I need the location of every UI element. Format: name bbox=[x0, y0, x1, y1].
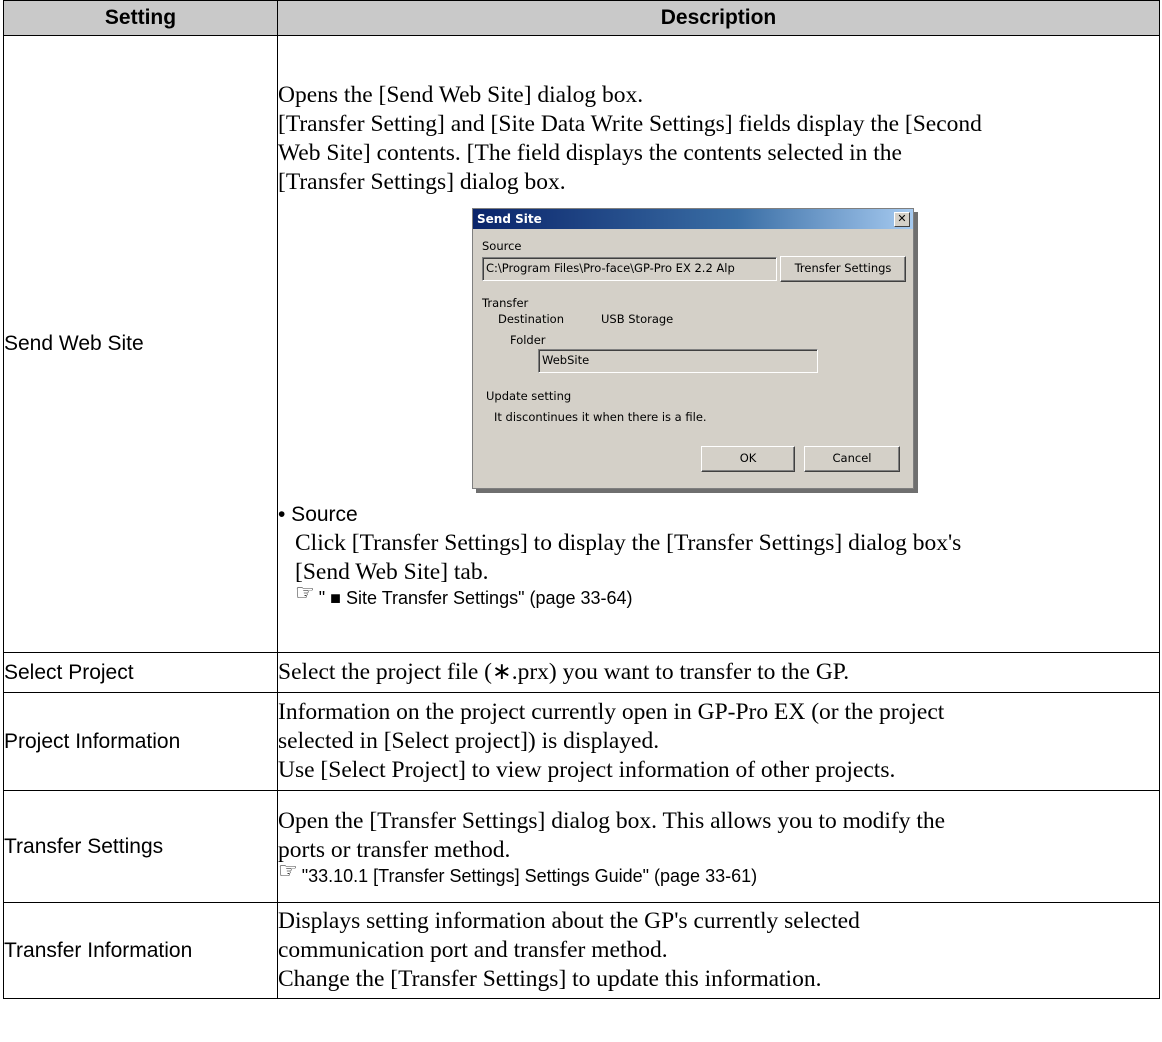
bullet-line: [Send Web Site] tab. bbox=[295, 559, 489, 585]
reference-link[interactable]: ☞ "33.10.1 [Transfer Settings] Settings … bbox=[278, 860, 1159, 887]
row-description-select-project: Select the project file (∗.prx) you want… bbox=[277, 652, 1160, 693]
table-row: Select Project Select the project file (… bbox=[3, 652, 1160, 693]
update-setting-label: Update setting bbox=[486, 389, 572, 403]
row-setting-project-information: Project Information bbox=[3, 692, 278, 791]
destination-label: Destination bbox=[498, 312, 564, 326]
reference-text: " ■ Site Transfer Settings" (page 33-64) bbox=[318, 588, 633, 608]
transfer-label: Transfer bbox=[482, 296, 529, 310]
row-setting-transfer-information: Transfer Information bbox=[3, 902, 278, 999]
row-setting-select-project: Select Project bbox=[3, 652, 278, 693]
desc-line: Open the [Transfer Settings] dialog box.… bbox=[278, 807, 946, 834]
desc-line: selected in [Select project]) is display… bbox=[278, 728, 660, 754]
desc-line: ports or transfer method. bbox=[278, 836, 511, 863]
source-path-field[interactable]: C:\Program Files\Pro-face\GP-Pro EX 2.2 … bbox=[482, 257, 777, 281]
desc-line: communication port and transfer method. bbox=[278, 937, 668, 963]
table-row: Send Web Site Opens the [Send Web Site] … bbox=[3, 35, 1160, 653]
desc-line: [Transfer Setting] and [Site Data Write … bbox=[278, 111, 982, 137]
table-row: Transfer Information Displays setting in… bbox=[3, 902, 1160, 999]
row-description-project-information: Information on the project currently ope… bbox=[277, 692, 1160, 791]
header-setting: Setting bbox=[3, 0, 278, 36]
table-row: Transfer Settings Open the [Transfer Set… bbox=[3, 790, 1160, 903]
table-header-row: Setting Description bbox=[3, 0, 1160, 36]
row-description-send-web-site: Opens the [Send Web Site] dialog box. [T… bbox=[277, 35, 1160, 653]
desc-line: Opens the [Send Web Site] dialog box. bbox=[278, 82, 644, 108]
desc-line: Select the project file (∗.prx) you want… bbox=[278, 659, 850, 685]
reference-text: "33.10.1 [Transfer Settings] Settings Gu… bbox=[301, 865, 758, 886]
table-row: Project Information Information on the p… bbox=[3, 692, 1160, 791]
transfer-settings-button[interactable]: Trensfer Settings bbox=[780, 256, 906, 282]
desc-line: Web Site] contents. [The field displays … bbox=[278, 140, 902, 166]
send-site-dialog: Send Site ✕ Source C:\Program Files\Pro-… bbox=[472, 208, 914, 489]
desc-line: Use [Select Project] to view project inf… bbox=[278, 757, 896, 783]
dialog-title: Send Site bbox=[473, 209, 913, 229]
ok-button[interactable]: OK bbox=[701, 446, 795, 472]
folder-label: Folder bbox=[510, 333, 546, 347]
bullet-source: • Source bbox=[278, 503, 358, 526]
row-setting-transfer-settings: Transfer Settings bbox=[3, 790, 278, 903]
settings-table: Setting Description Send Web Site Opens … bbox=[3, 0, 1160, 999]
row-setting-send-web-site: Send Web Site bbox=[3, 35, 278, 653]
row-description-transfer-settings: Open the [Transfer Settings] dialog box.… bbox=[277, 790, 1160, 903]
source-label: Source bbox=[482, 239, 522, 253]
desc-line: Change the [Transfer Settings] to update… bbox=[278, 966, 822, 992]
update-setting-value: It discontinues it when there is a file. bbox=[494, 410, 707, 424]
desc-line: Displays setting information about the G… bbox=[278, 908, 860, 934]
desc-line: Information on the project currently ope… bbox=[278, 699, 945, 725]
cancel-button[interactable]: Cancel bbox=[804, 446, 900, 472]
hand-pointer-icon: ☞ bbox=[278, 858, 298, 884]
header-description: Description bbox=[277, 0, 1160, 36]
folder-field[interactable]: WebSite bbox=[538, 349, 818, 373]
hand-pointer-icon: ☞ bbox=[295, 581, 315, 606]
row-description-transfer-information: Displays setting information about the G… bbox=[277, 902, 1160, 999]
desc-line: [Transfer Settings] dialog box. bbox=[278, 169, 566, 195]
destination-value: USB Storage bbox=[601, 312, 674, 326]
bullet-line: Click [Transfer Settings] to display the… bbox=[295, 530, 962, 556]
reference-link[interactable]: ☞ " ■ Site Transfer Settings" (page 33-6… bbox=[295, 583, 1159, 609]
dialog-screenshot: Send Site ✕ Source C:\Program Files\Pro-… bbox=[278, 197, 1159, 501]
close-icon[interactable]: ✕ bbox=[894, 212, 910, 227]
